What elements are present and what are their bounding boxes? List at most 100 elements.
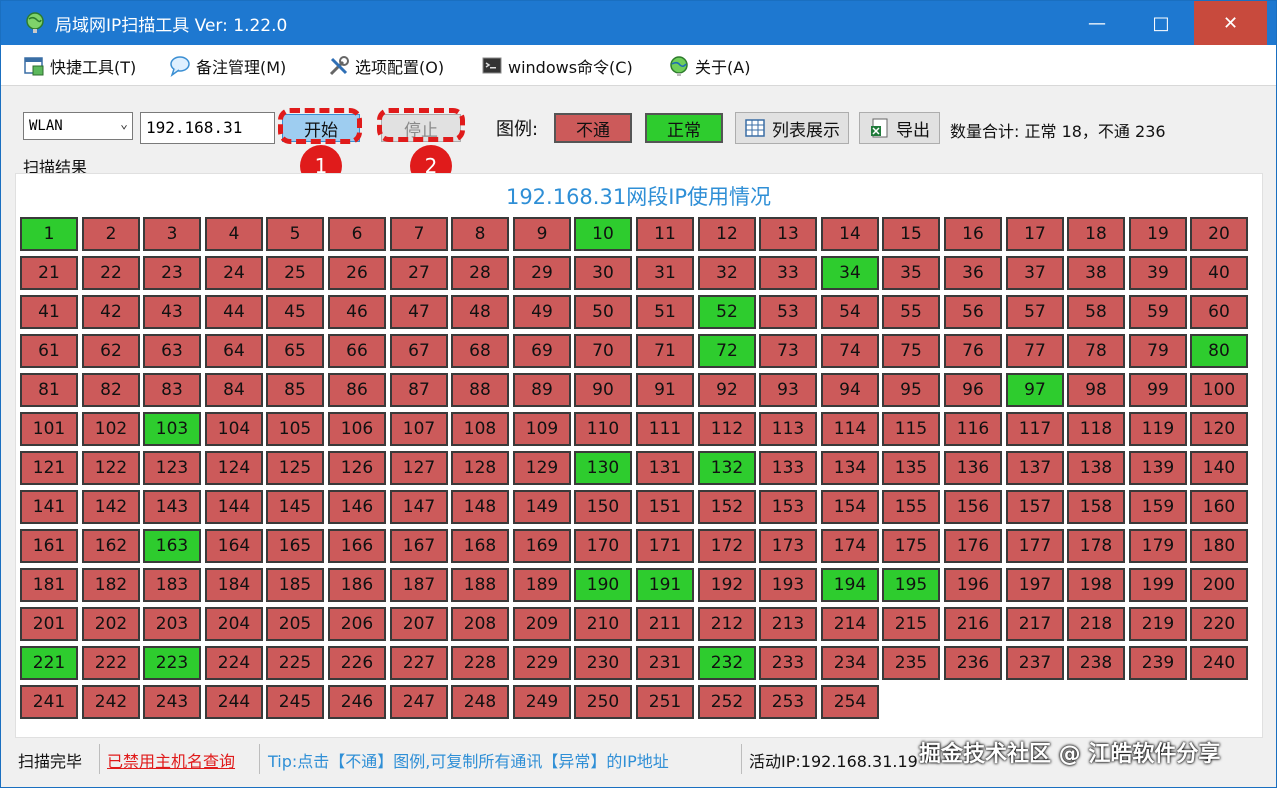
- ip-cell-online[interactable]: 34: [821, 256, 879, 290]
- ip-cell-offline[interactable]: 177: [1006, 529, 1064, 563]
- ip-cell-offline[interactable]: 44: [205, 295, 263, 329]
- ip-cell-offline[interactable]: 59: [1129, 295, 1187, 329]
- ip-cell-offline[interactable]: 20: [1190, 217, 1248, 251]
- ip-cell-offline[interactable]: 159: [1129, 490, 1187, 524]
- ip-cell-offline[interactable]: 104: [205, 412, 263, 446]
- ip-cell-offline[interactable]: 23: [143, 256, 201, 290]
- ip-cell-offline[interactable]: 69: [513, 334, 571, 368]
- ip-cell-offline[interactable]: 106: [328, 412, 386, 446]
- ip-cell-online[interactable]: 97: [1006, 373, 1064, 407]
- ip-cell-offline[interactable]: 201: [20, 607, 78, 641]
- ip-cell-offline[interactable]: 193: [759, 568, 817, 602]
- ip-cell-offline[interactable]: 188: [451, 568, 509, 602]
- ip-cell-offline[interactable]: 174: [821, 529, 879, 563]
- ip-cell-offline[interactable]: 148: [451, 490, 509, 524]
- ip-cell-offline[interactable]: 206: [328, 607, 386, 641]
- ip-cell-online[interactable]: 132: [698, 451, 756, 485]
- ip-cell-offline[interactable]: 55: [882, 295, 940, 329]
- ip-cell-offline[interactable]: 37: [1006, 256, 1064, 290]
- ip-cell-offline[interactable]: 65: [266, 334, 324, 368]
- ip-cell-offline[interactable]: 218: [1067, 607, 1125, 641]
- ip-cell-offline[interactable]: 254: [821, 685, 879, 719]
- ip-cell-offline[interactable]: 42: [82, 295, 140, 329]
- ip-cell-offline[interactable]: 79: [1129, 334, 1187, 368]
- ip-cell-offline[interactable]: 11: [636, 217, 694, 251]
- ip-cell-offline[interactable]: 165: [266, 529, 324, 563]
- ip-cell-offline[interactable]: 208: [451, 607, 509, 641]
- ip-cell-online[interactable]: 72: [698, 334, 756, 368]
- ip-cell-offline[interactable]: 182: [82, 568, 140, 602]
- ip-cell-offline[interactable]: 146: [328, 490, 386, 524]
- ip-cell-offline[interactable]: 114: [821, 412, 879, 446]
- ip-cell-online[interactable]: 1: [20, 217, 78, 251]
- ip-cell-online[interactable]: 191: [636, 568, 694, 602]
- ip-cell-offline[interactable]: 197: [1006, 568, 1064, 602]
- ip-cell-offline[interactable]: 241: [20, 685, 78, 719]
- ip-cell-offline[interactable]: 121: [20, 451, 78, 485]
- ip-cell-offline[interactable]: 84: [205, 373, 263, 407]
- ip-cell-offline[interactable]: 244: [205, 685, 263, 719]
- ip-cell-offline[interactable]: 156: [944, 490, 1002, 524]
- ip-cell-online[interactable]: 223: [143, 646, 201, 680]
- ip-cell-offline[interactable]: 242: [82, 685, 140, 719]
- ip-cell-offline[interactable]: 124: [205, 451, 263, 485]
- ip-cell-offline[interactable]: 50: [574, 295, 632, 329]
- ip-cell-offline[interactable]: 25: [266, 256, 324, 290]
- ip-cell-offline[interactable]: 157: [1006, 490, 1064, 524]
- ip-cell-offline[interactable]: 202: [82, 607, 140, 641]
- ip-cell-offline[interactable]: 39: [1129, 256, 1187, 290]
- ip-cell-offline[interactable]: 28: [451, 256, 509, 290]
- ip-cell-offline[interactable]: 209: [513, 607, 571, 641]
- title-bar[interactable]: 局域网IP扫描工具 Ver: 1.22.0 — □ ✕: [1, 1, 1276, 45]
- ip-cell-offline[interactable]: 172: [698, 529, 756, 563]
- ip-cell-offline[interactable]: 87: [390, 373, 448, 407]
- ip-cell-offline[interactable]: 153: [759, 490, 817, 524]
- export-button[interactable]: 导出: [859, 112, 940, 144]
- ip-cell-offline[interactable]: 119: [1129, 412, 1187, 446]
- ip-cell-offline[interactable]: 184: [205, 568, 263, 602]
- adapter-select[interactable]: WLAN ⌄: [23, 112, 133, 140]
- ip-cell-offline[interactable]: 128: [451, 451, 509, 485]
- ip-cell-offline[interactable]: 126: [328, 451, 386, 485]
- ip-cell-offline[interactable]: 143: [143, 490, 201, 524]
- ip-cell-offline[interactable]: 236: [944, 646, 1002, 680]
- ip-cell-offline[interactable]: 74: [821, 334, 879, 368]
- ip-cell-offline[interactable]: 85: [266, 373, 324, 407]
- ip-cell-offline[interactable]: 251: [636, 685, 694, 719]
- ip-cell-offline[interactable]: 141: [20, 490, 78, 524]
- ip-cell-offline[interactable]: 169: [513, 529, 571, 563]
- ip-cell-offline[interactable]: 127: [390, 451, 448, 485]
- ip-cell-offline[interactable]: 95: [882, 373, 940, 407]
- minimize-button[interactable]: —: [1064, 1, 1130, 45]
- menu-about[interactable]: 关于(A): [668, 53, 750, 79]
- ip-cell-offline[interactable]: 58: [1067, 295, 1125, 329]
- ip-cell-offline[interactable]: 216: [944, 607, 1002, 641]
- ip-cell-offline[interactable]: 136: [944, 451, 1002, 485]
- ip-cell-offline[interactable]: 155: [882, 490, 940, 524]
- ip-cell-online[interactable]: 190: [574, 568, 632, 602]
- ip-cell-offline[interactable]: 94: [821, 373, 879, 407]
- ip-cell-offline[interactable]: 45: [266, 295, 324, 329]
- ip-cell-offline[interactable]: 48: [451, 295, 509, 329]
- ip-cell-offline[interactable]: 240: [1190, 646, 1248, 680]
- legend-unreachable-button[interactable]: 不通: [554, 113, 632, 143]
- ip-cell-offline[interactable]: 41: [20, 295, 78, 329]
- maximize-button[interactable]: □: [1128, 1, 1194, 45]
- menu-notes[interactable]: 备注管理(M): [169, 53, 286, 79]
- ip-cell-offline[interactable]: 112: [698, 412, 756, 446]
- ip-cell-offline[interactable]: 31: [636, 256, 694, 290]
- close-button[interactable]: ✕: [1194, 1, 1267, 45]
- ip-cell-offline[interactable]: 199: [1129, 568, 1187, 602]
- ip-cell-offline[interactable]: 171: [636, 529, 694, 563]
- list-view-button[interactable]: 列表展示: [735, 112, 849, 144]
- ip-cell-offline[interactable]: 173: [759, 529, 817, 563]
- ip-cell-offline[interactable]: 176: [944, 529, 1002, 563]
- ip-cell-offline[interactable]: 245: [266, 685, 324, 719]
- ip-cell-offline[interactable]: 3: [143, 217, 201, 251]
- ip-cell-online[interactable]: 194: [821, 568, 879, 602]
- ip-cell-offline[interactable]: 13: [759, 217, 817, 251]
- ip-cell-offline[interactable]: 32: [698, 256, 756, 290]
- ip-cell-offline[interactable]: 24: [205, 256, 263, 290]
- ip-cell-offline[interactable]: 90: [574, 373, 632, 407]
- ip-cell-offline[interactable]: 82: [82, 373, 140, 407]
